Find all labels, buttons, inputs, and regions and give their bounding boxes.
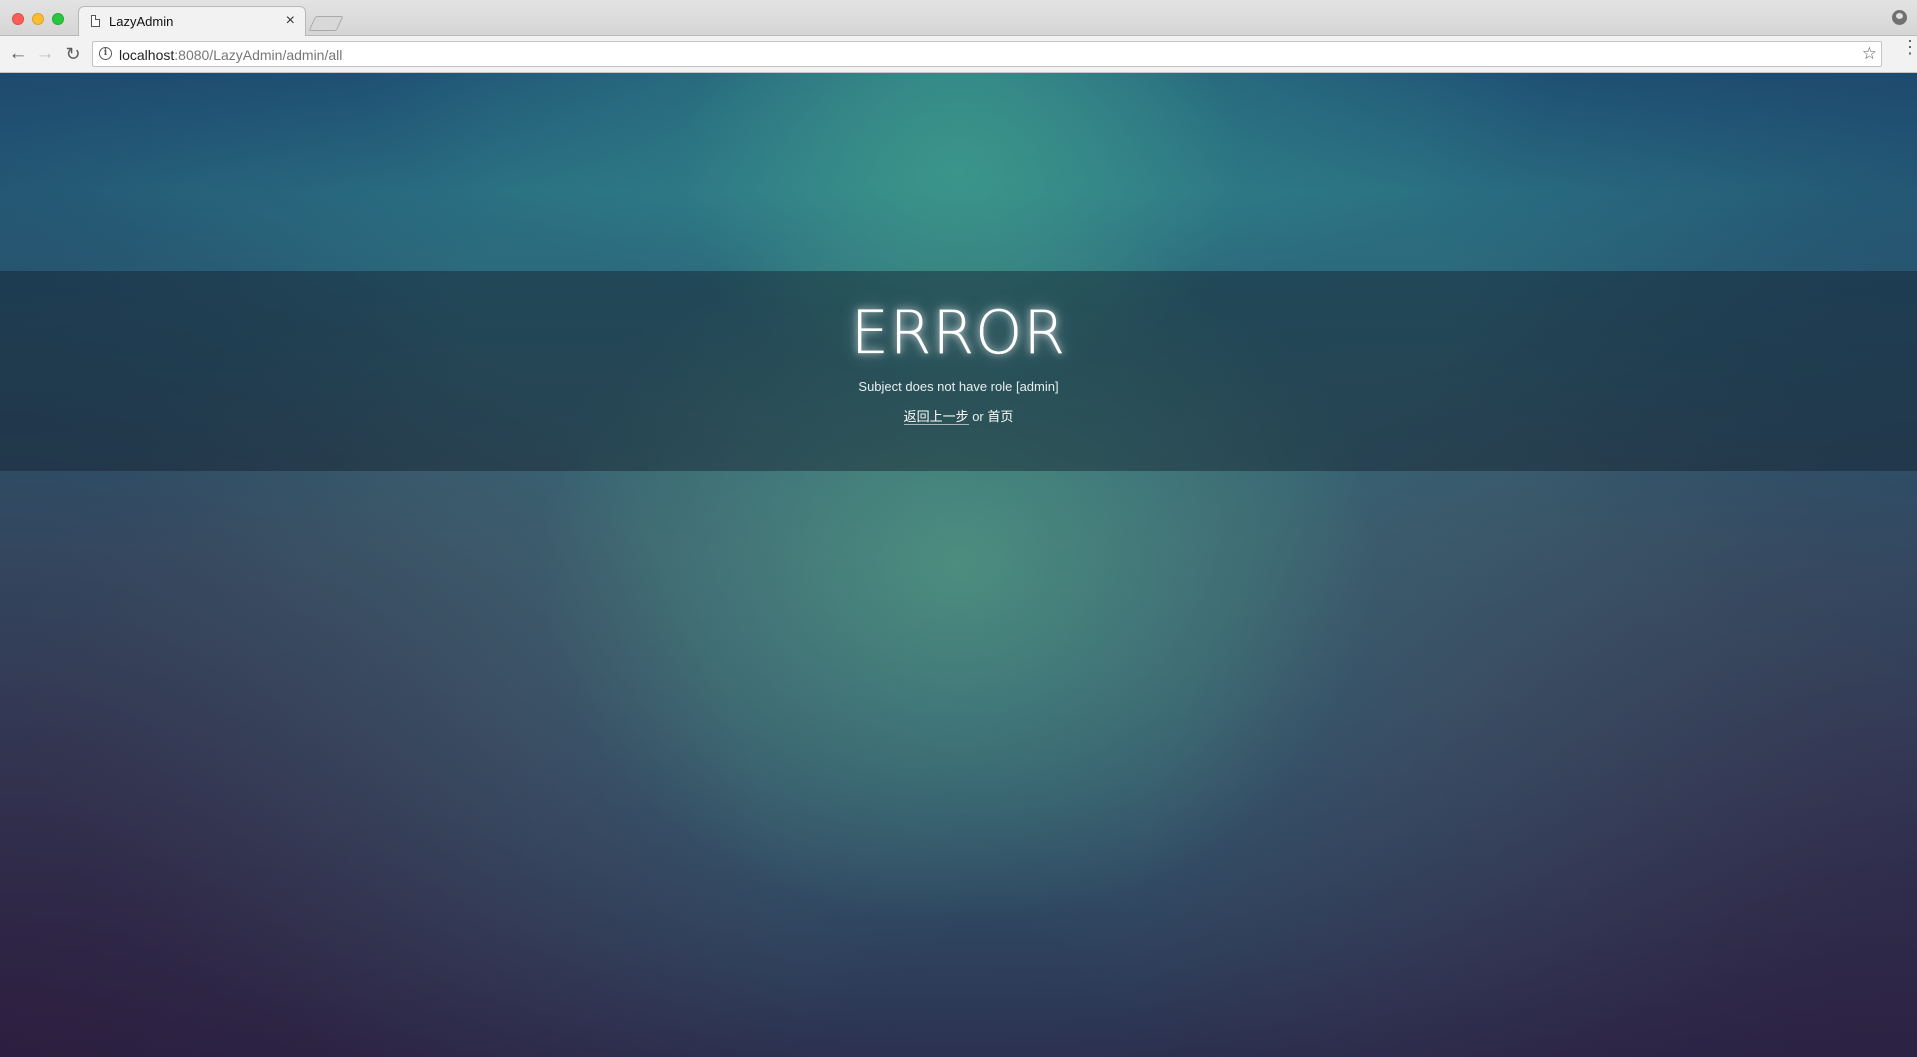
reload-button[interactable]: ↻: [61, 42, 85, 66]
window-minimize-button[interactable]: [32, 13, 44, 25]
profile-icon[interactable]: [1892, 10, 1907, 25]
tab-strip: LazyAdmin ×: [0, 0, 1917, 37]
browser-toolbar: ← → ↻ i localhost:8080/LazyAdmin/admin/a…: [0, 36, 1917, 73]
link-separator: or: [968, 409, 988, 424]
home-link[interactable]: 首页: [987, 409, 1013, 424]
error-banner: ERROR Subject does not have role [admin]…: [0, 271, 1917, 471]
page-content: ERROR Subject does not have role [admin]…: [0, 73, 1917, 1057]
bookmark-star-icon[interactable]: ☆: [1862, 44, 1877, 64]
error-message: Subject does not have role [admin]: [858, 379, 1059, 394]
url-path: :8080/LazyAdmin/admin/all: [174, 47, 343, 63]
tab-title: LazyAdmin: [109, 14, 174, 29]
back-button[interactable]: ←: [6, 42, 30, 66]
address-bar[interactable]: i localhost:8080/LazyAdmin/admin/all ☆: [92, 41, 1882, 67]
page-icon: [91, 15, 100, 27]
window-maximize-button[interactable]: [52, 13, 64, 25]
info-icon[interactable]: i: [99, 47, 112, 60]
error-title: ERROR: [850, 298, 1067, 368]
url-host: localhost: [119, 47, 175, 63]
browser-menu-icon[interactable]: ⋮: [1901, 38, 1917, 64]
go-back-link[interactable]: 返回上一步: [903, 409, 969, 425]
new-tab-button[interactable]: [308, 16, 344, 31]
window-close-button[interactable]: [12, 13, 24, 25]
tab-close-icon[interactable]: ×: [286, 12, 295, 30]
url-text[interactable]: localhost:8080/LazyAdmin/admin/all: [119, 47, 342, 63]
browser-chrome: LazyAdmin × ← → ↻ i localhost:8080/LazyA…: [0, 0, 1917, 73]
tab-lazyadmin[interactable]: LazyAdmin ×: [78, 6, 306, 37]
error-links: 返回上一步 or 首页: [0, 406, 1917, 425]
forward-button[interactable]: →: [33, 42, 57, 66]
